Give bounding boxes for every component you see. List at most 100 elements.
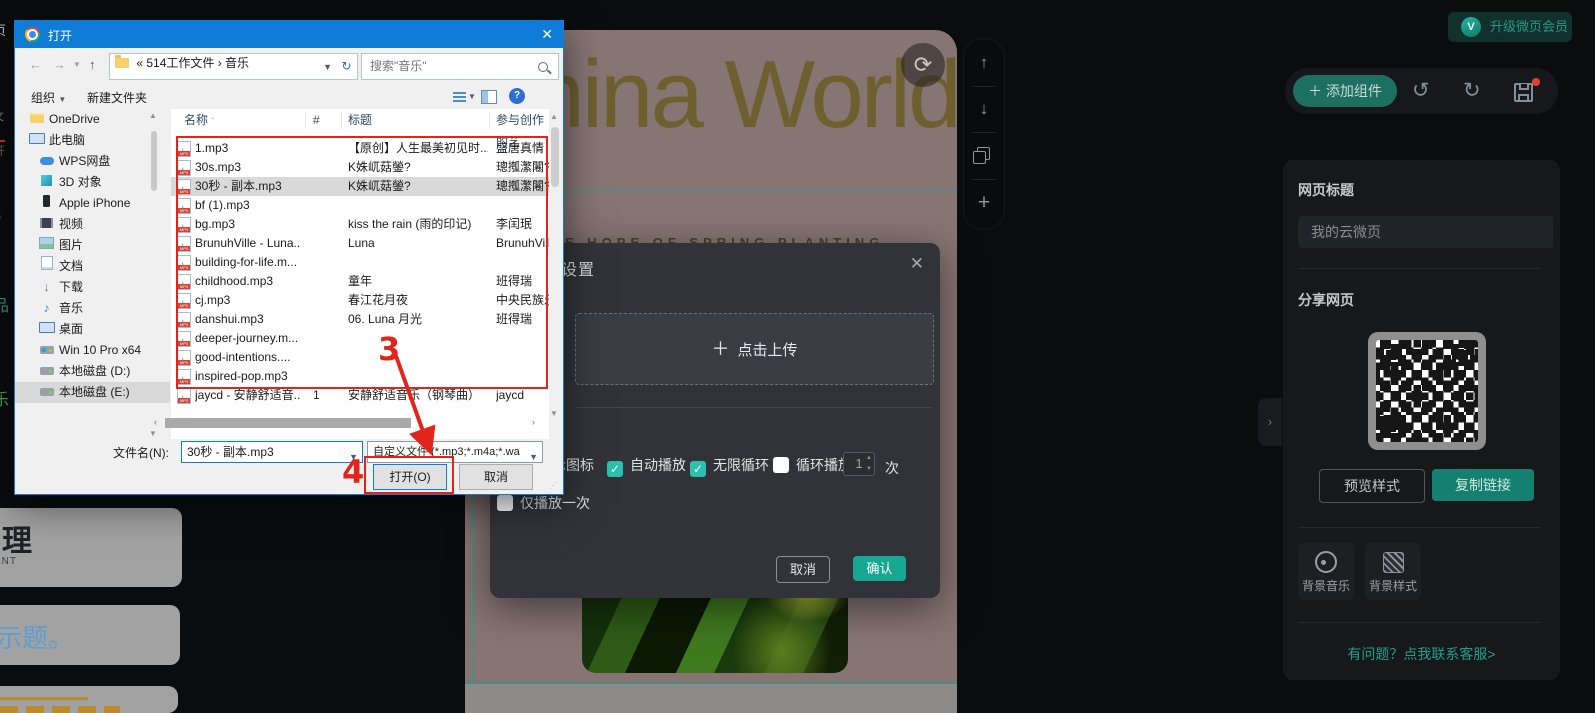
sidebar-item-label: Win 10 Pro x64: [59, 343, 141, 357]
view-list-icon[interactable]: [453, 91, 466, 102]
undo-icon[interactable]: ↺: [1412, 68, 1430, 114]
upload-button[interactable]: ＋点击上传: [575, 313, 934, 385]
hscroll-right-icon[interactable]: ›: [532, 417, 535, 427]
background-music-button[interactable]: 背景音乐: [1298, 543, 1354, 600]
computer-icon: [29, 130, 44, 151]
thumbnail-accent-bar: [0, 697, 88, 700]
dialog-cancel-button[interactable]: 取消: [459, 464, 533, 490]
dialog-sidebar: OneDrive 此电脑 WPS网盘 3D 对象 Apple iPhone 视频图片文档↓…: [15, 109, 170, 439]
column-header-title[interactable]: 标题: [348, 109, 372, 131]
breadcrumb[interactable]: « 514工作文件 › 音乐 ▼: [109, 53, 337, 80]
page-title-label: 网页标题: [1298, 180, 1354, 200]
checkbox-icon[interactable]: [497, 495, 513, 511]
contact-support-link[interactable]: 有问题？点我联系客服>: [1283, 644, 1560, 664]
sidebar-scroll-up-icon[interactable]: ▲: [149, 111, 157, 120]
filelist-hscrollbar[interactable]: [165, 418, 411, 428]
sidebar-item[interactable]: WPS网盘: [15, 151, 170, 172]
add-icon[interactable]: +: [964, 191, 1004, 215]
hscroll-left-icon[interactable]: ‹: [154, 417, 157, 427]
checkbox-icon[interactable]: ✓: [690, 461, 706, 477]
sidebar-item[interactable]: 本地磁盘 (E:): [15, 382, 170, 403]
checkbox-循环播放[interactable]: 循环播放: [773, 455, 852, 473]
sidebar-item[interactable]: 图片: [15, 235, 170, 256]
component-thumbnail[interactable]: [0, 686, 178, 713]
sidebar-item-label: 3D 对象: [59, 175, 102, 189]
panel-collapse-toggle[interactable]: ›: [1258, 398, 1282, 446]
app-root: 页 文 开 lo 品 乐 China World ⟳ THE HOPE OF S…: [0, 0, 1595, 713]
sidebar-item[interactable]: OneDrive: [15, 109, 170, 130]
page-title-input[interactable]: 我的云微页: [1298, 216, 1553, 248]
sidebar-item[interactable]: 桌面: [15, 319, 170, 340]
checkbox-play-once[interactable]: 仅播放一次: [497, 493, 590, 513]
up-icon[interactable]: ↑: [89, 57, 96, 72]
back-icon[interactable]: ←: [29, 57, 42, 72]
loop-count-stepper[interactable]: 1 ▲ ▼: [843, 452, 875, 476]
help-icon[interactable]: ?: [509, 88, 525, 104]
add-component-button[interactable]: ＋ 添加组件: [1293, 75, 1397, 107]
redo-icon[interactable]: ↻: [1463, 68, 1481, 114]
preview-pane-icon[interactable]: [481, 90, 497, 104]
duplicate-icon[interactable]: [977, 147, 990, 160]
resize-grip[interactable]: ⋰: [549, 481, 557, 490]
column-header-artist[interactable]: 参与创作的艺: [496, 109, 549, 131]
sidebar-scroll-down-icon[interactable]: ▼: [149, 429, 157, 438]
drive-icon: [39, 361, 54, 382]
confirm-button[interactable]: 确认: [853, 556, 906, 581]
move-down-icon[interactable]: ↓: [964, 99, 1004, 119]
member-v-icon: V: [1461, 17, 1481, 37]
upgrade-label: 升级微页会员: [1490, 12, 1568, 42]
column-header-number[interactable]: #: [313, 109, 320, 131]
move-up-icon[interactable]: ↑: [964, 53, 1004, 73]
checkbox-无限循环[interactable]: ✓无限循环: [690, 455, 769, 473]
dialog-footer: 文件名(N): 30秒 - 副本.mp3▼ 自定义文件 (*.mp3;*.m4a…: [15, 439, 563, 494]
dialog-titlebar[interactable]: 打开 ✕: [15, 21, 563, 48]
background-style-button[interactable]: 背景样式: [1365, 543, 1421, 600]
organize-menu[interactable]: 组织 ▼: [31, 89, 66, 106]
upgrade-member-button[interactable]: V 升级微页会员: [1448, 12, 1572, 42]
stepper-down-icon[interactable]: ▼: [866, 467, 872, 472]
sidebar-item[interactable]: 此电脑: [15, 130, 170, 151]
filelist-scroll-up-icon[interactable]: ▲: [550, 112, 558, 121]
music-icon: ♪: [39, 298, 54, 319]
phone-icon: [39, 193, 54, 214]
component-thumbnail[interactable]: 示题。: [0, 605, 180, 665]
sidebar-item[interactable]: ↓下载: [15, 277, 170, 298]
copy-link-button[interactable]: 复制链接: [1432, 469, 1534, 501]
sidebar-item[interactable]: 文档: [15, 256, 170, 277]
checkbox-icon[interactable]: [773, 457, 789, 473]
stepper-up-icon[interactable]: ▲: [866, 456, 872, 461]
cancel-button[interactable]: 取消: [776, 556, 830, 583]
sidebar-scrollbar[interactable]: [151, 131, 157, 191]
forward-icon[interactable]: →: [53, 57, 66, 72]
sidebar-item[interactable]: ♪音乐: [15, 298, 170, 319]
filelist-scroll-down-icon[interactable]: ▼: [550, 409, 558, 418]
sidebar-item[interactable]: Apple iPhone: [15, 193, 170, 214]
close-icon[interactable]: ✕: [910, 254, 924, 274]
sidebar-item-label: 此电脑: [49, 133, 85, 147]
unsaved-indicator: [1532, 78, 1540, 86]
sidebar-item[interactable]: 本地磁盘 (D:): [15, 361, 170, 382]
new-folder-button[interactable]: 新建文件夹: [87, 89, 147, 106]
component-thumbnail[interactable]: 理 ENT: [0, 508, 182, 587]
checkbox-icon[interactable]: ✓: [607, 461, 623, 477]
save-icon[interactable]: [1514, 83, 1533, 102]
filename-input[interactable]: 30秒 - 副本.mp3▼: [181, 441, 363, 463]
sidebar-item-label: 图片: [59, 238, 83, 252]
strip-fragment: 乐: [0, 386, 9, 410]
sidebar-item[interactable]: Win 10 Pro x64: [15, 340, 170, 361]
breadcrumb-dropdown-icon[interactable]: ▼: [323, 62, 332, 72]
close-icon[interactable]: ✕: [541, 26, 553, 43]
checkbox-自动播放[interactable]: ✓自动播放: [607, 455, 686, 473]
sidebar-item-label: Apple iPhone: [59, 196, 130, 210]
column-header-name[interactable]: 名称 ˆ: [184, 109, 214, 131]
history-dropdown-icon[interactable]: ▼: [73, 60, 81, 69]
refresh-icon[interactable]: ⟳: [901, 43, 945, 87]
strip-fragment: 品: [0, 292, 9, 316]
refresh-button[interactable]: ↻: [336, 53, 358, 80]
view-dropdown-icon[interactable]: ▼: [468, 92, 476, 101]
filelist-scrollbar[interactable]: [551, 127, 559, 187]
sidebar-item[interactable]: 视频: [15, 214, 170, 235]
search-input[interactable]: 搜索"音乐": [361, 53, 559, 80]
sidebar-item[interactable]: 3D 对象: [15, 172, 170, 193]
preview-style-button[interactable]: 预览样式: [1319, 469, 1425, 503]
